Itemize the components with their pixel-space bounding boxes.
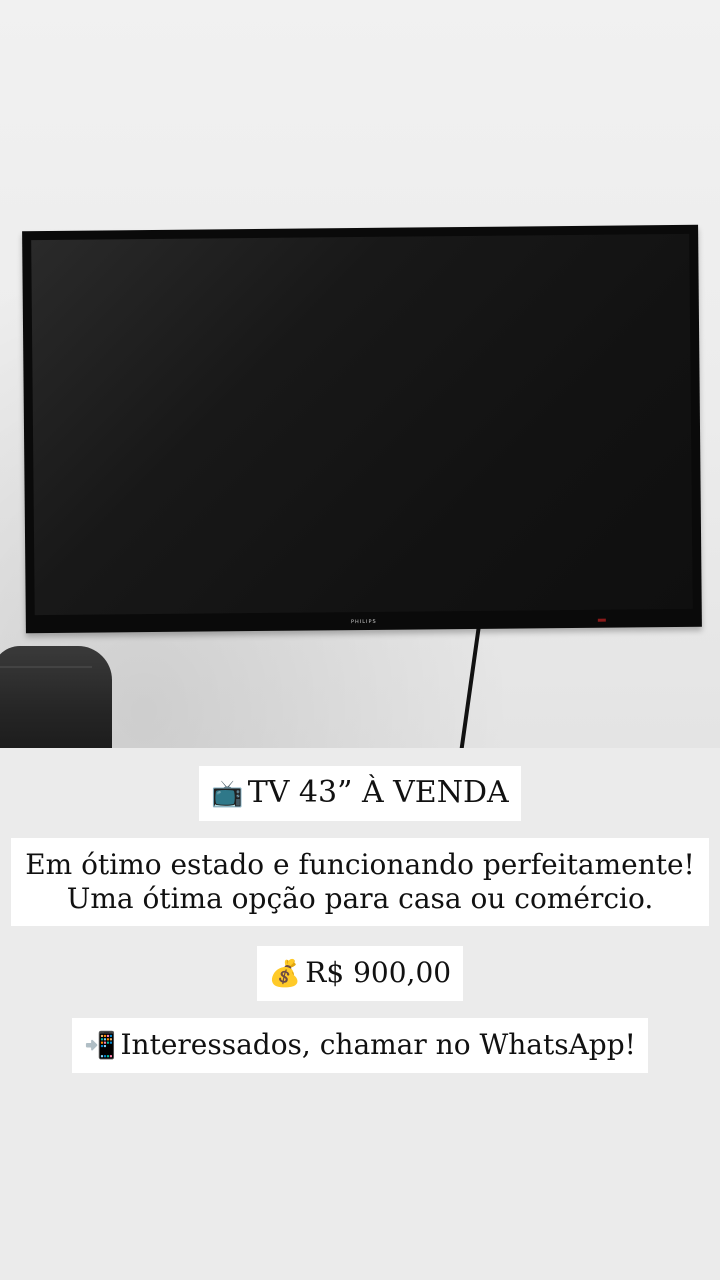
contact-text: Interessados, chamar no WhatsApp! [120,1028,636,1061]
title-caption: 📺 TV 43” À VENDA [0,766,720,821]
description-line-1: Em ótimo estado e funcionando perfeitame… [25,848,695,881]
pouf-stitch [0,666,92,668]
tv-screen [31,233,693,616]
listing-title: TV 43” À VENDA [247,775,509,810]
television-icon: 📺 [211,779,244,809]
contact-box: 📲 Interessados, chamar no WhatsApp! [72,1018,648,1073]
title-box: 📺 TV 43” À VENDA [199,766,521,821]
price-text: R$ 900,00 [305,956,452,989]
tv-power-led [597,618,606,622]
product-photo: PHILIPS [0,0,720,748]
money-bag-icon: 💰 [268,959,302,989]
mobile-phone-arrow-icon: 📲 [84,1031,117,1061]
television: PHILIPS [22,224,702,634]
description-box: Em ótimo estado e funcionando perfeitame… [11,838,709,926]
description-caption: Em ótimo estado e funcionando perfeitame… [0,838,720,926]
description-line-2: Uma ótima opção para casa ou comércio. [66,882,654,915]
tv-brand-logo: PHILIPS [350,618,377,626]
contact-caption: 📲 Interessados, chamar no WhatsApp! [0,1018,720,1073]
pouf-seat [0,646,112,748]
price-box: 💰 R$ 900,00 [256,946,464,1001]
price-caption: 💰 R$ 900,00 [0,946,720,1001]
